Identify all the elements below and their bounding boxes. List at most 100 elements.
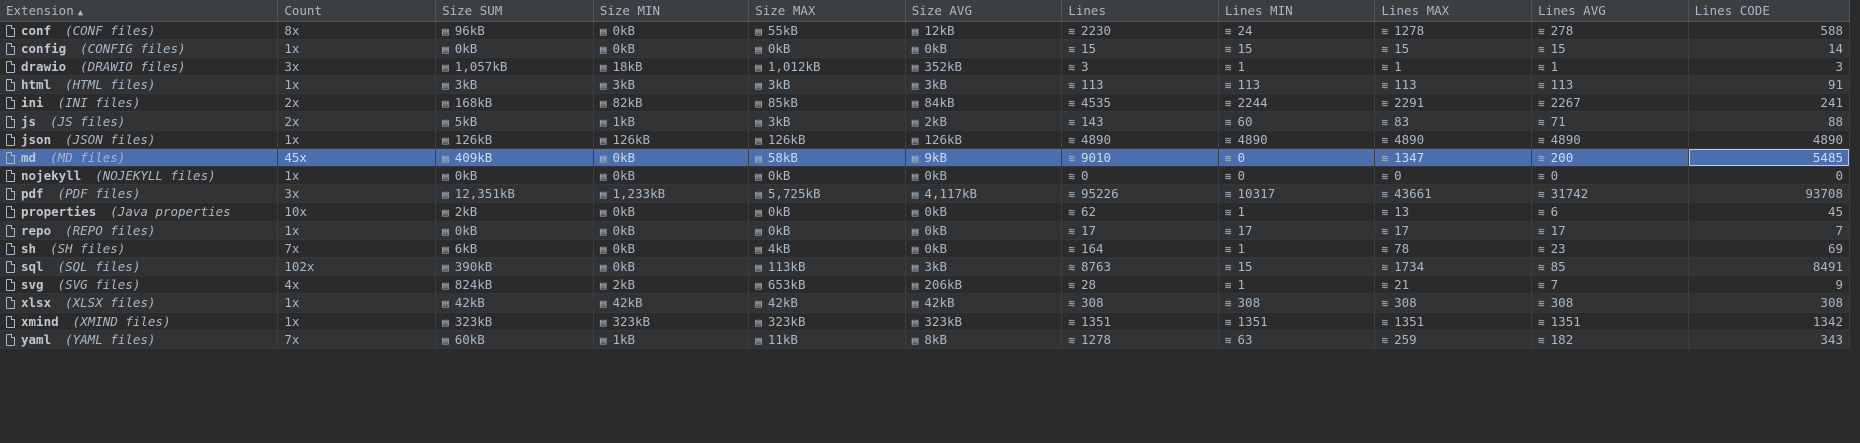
cell-count[interactable]: 1x: [277, 166, 437, 186]
cell-lines-code[interactable]: 14: [1688, 39, 1851, 58]
table-row[interactable]: properties (Java properties 10x ▤ 2kB ▤ 0kB ▤ 0k…: [0, 202, 1851, 222]
cell-count[interactable]: 7x: [277, 330, 437, 349]
cell-lines-min[interactable]: ≋ 10317: [1218, 184, 1376, 204]
cell-lines[interactable]: ≋ 143: [1061, 111, 1219, 131]
cell-extension[interactable]: js (JS files): [0, 111, 279, 131]
cell-lines-code[interactable]: 241: [1688, 93, 1851, 113]
cell-size-min[interactable]: ▤ 1,233kB: [593, 184, 750, 204]
cell-lines[interactable]: ≋ 113: [1061, 75, 1219, 95]
cell-count[interactable]: 1x: [277, 130, 437, 149]
cell-extension[interactable]: html (HTML files): [0, 75, 279, 95]
cell-lines-code[interactable]: 91: [1688, 75, 1851, 95]
cell-lines-avg[interactable]: ≋ 182: [1531, 330, 1689, 349]
cell-lines-code[interactable]: 45: [1688, 202, 1851, 222]
cell-lines-min[interactable]: ≋ 24: [1218, 21, 1376, 40]
cell-size-sum[interactable]: ▤ 2kB: [435, 202, 594, 222]
cell-extension[interactable]: drawio (DRAWIO files): [0, 57, 279, 77]
cell-size-min[interactable]: ▤ 0kB: [593, 21, 750, 40]
cell-lines[interactable]: ≋ 1278: [1061, 330, 1219, 349]
cell-size-sum[interactable]: ▤ 6kB: [435, 239, 594, 258]
cell-size-max[interactable]: ▤ 3kB: [748, 111, 906, 131]
cell-size-min[interactable]: ▤ 0kB: [593, 202, 750, 222]
cell-lines-code[interactable]: 3: [1688, 57, 1851, 77]
cell-lines-avg[interactable]: ≋ 85: [1531, 257, 1689, 277]
cell-size-sum[interactable]: ▤ 0kB: [435, 39, 594, 58]
cell-lines[interactable]: ≋ 308: [1061, 293, 1219, 313]
table-row[interactable]: yaml (YAML files) 7x ▤ 60kB ▤ 1kB ▤ 11kB ▤ 8kB ≋ 127…: [0, 330, 1851, 349]
cell-size-min[interactable]: ▤ 1kB: [593, 330, 750, 349]
table-row[interactable]: sql (SQL files) 102x ▤ 390kB ▤ 0kB ▤ 113kB ▤ 3kB ≋ 8…: [0, 257, 1851, 277]
cell-extension[interactable]: svg (SVG files): [0, 275, 279, 295]
cell-size-max[interactable]: ▤ 323kB: [748, 312, 906, 331]
cell-size-max[interactable]: ▤ 0kB: [748, 39, 906, 58]
cell-lines-max[interactable]: ≋ 1351: [1374, 312, 1533, 331]
cell-lines-min[interactable]: ≋ 63: [1218, 330, 1376, 349]
cell-lines-code[interactable]: 5485: [1688, 148, 1851, 168]
cell-extension[interactable]: xlsx (XLSX files): [0, 293, 279, 313]
cell-size-sum[interactable]: ▤ 824kB: [435, 275, 594, 295]
table-row[interactable]: repo (REPO files) 1x ▤ 0kB ▤ 0kB ▤ 0kB ▤ 0kB ≋ 17 ≋ 17…: [0, 221, 1851, 240]
cell-size-min[interactable]: ▤ 18kB: [593, 57, 750, 77]
cell-lines-avg[interactable]: ≋ 6: [1531, 202, 1689, 222]
cell-extension[interactable]: json (JSON files): [0, 130, 279, 149]
column-header-size-sum[interactable]: Size SUM: [435, 0, 594, 22]
cell-lines-avg[interactable]: ≋ 0: [1531, 166, 1689, 186]
cell-lines-min[interactable]: ≋ 1351: [1218, 312, 1376, 331]
cell-count[interactable]: 10x: [277, 202, 437, 222]
cell-lines-min[interactable]: ≋ 17: [1218, 221, 1376, 240]
table-row[interactable]: md (MD files) 45x ▤ 409kB ▤ 0kB ▤ 58kB ▤ 9kB ≋ 9010 ≋…: [0, 148, 1851, 168]
table-row[interactable]: config (CONFIG files) 1x ▤ 0kB ▤ 0kB ▤ 0kB ▤ 0kB ≋ 1…: [0, 39, 1851, 58]
table-row[interactable]: ini (INI files) 2x ▤ 168kB ▤ 82kB ▤ 85kB ▤ 84kB ≋ 45…: [0, 93, 1851, 113]
cell-size-avg[interactable]: ▤ 352kB: [905, 57, 1063, 77]
cell-lines-min[interactable]: ≋ 4890: [1218, 130, 1376, 149]
cell-count[interactable]: 2x: [277, 111, 437, 131]
cell-lines-code[interactable]: 8491: [1688, 257, 1851, 277]
cell-size-max[interactable]: ▤ 4kB: [748, 239, 906, 258]
cell-size-min[interactable]: ▤ 0kB: [593, 166, 750, 186]
cell-lines-code[interactable]: 343: [1688, 330, 1851, 349]
column-header-size-min[interactable]: Size MIN: [593, 0, 750, 22]
cell-lines-avg[interactable]: ≋ 71: [1531, 111, 1689, 131]
cell-size-max[interactable]: ▤ 653kB: [748, 275, 906, 295]
column-header-size-max[interactable]: Size MAX: [748, 0, 906, 22]
cell-extension[interactable]: ini (INI files): [0, 93, 279, 113]
cell-lines-code[interactable]: 0: [1688, 166, 1851, 186]
cell-size-avg[interactable]: ▤ 3kB: [905, 75, 1063, 95]
cell-size-min[interactable]: ▤ 42kB: [593, 293, 750, 313]
cell-size-avg[interactable]: ▤ 0kB: [905, 166, 1063, 186]
table-row[interactable]: html (HTML files) 1x ▤ 3kB ▤ 3kB ▤ 3kB ▤ 3kB ≋ 113 ≋ 1…: [0, 75, 1851, 95]
cell-lines-avg[interactable]: ≋ 2267: [1531, 93, 1689, 113]
cell-lines-code[interactable]: 308: [1688, 293, 1851, 313]
cell-size-sum[interactable]: ▤ 390kB: [435, 257, 594, 277]
cell-size-sum[interactable]: ▤ 409kB: [435, 148, 594, 168]
column-header-extension[interactable]: Extension ▲: [0, 0, 279, 22]
cell-size-min[interactable]: ▤ 0kB: [593, 221, 750, 240]
cell-lines-min[interactable]: ≋ 1: [1218, 275, 1376, 295]
cell-lines-min[interactable]: ≋ 15: [1218, 257, 1376, 277]
cell-extension[interactable]: sh (SH files): [0, 239, 279, 258]
cell-count[interactable]: 8x: [277, 21, 437, 40]
cell-lines-avg[interactable]: ≋ 31742: [1531, 184, 1689, 204]
cell-count[interactable]: 102x: [277, 257, 437, 277]
cell-lines-min[interactable]: ≋ 60: [1218, 111, 1376, 131]
cell-size-min[interactable]: ▤ 0kB: [593, 239, 750, 258]
cell-lines[interactable]: ≋ 62: [1061, 202, 1219, 222]
cell-extension[interactable]: config (CONFIG files): [0, 39, 279, 58]
cell-size-max[interactable]: ▤ 5,725kB: [748, 184, 906, 204]
cell-lines-min[interactable]: ≋ 1: [1218, 202, 1376, 222]
cell-size-sum[interactable]: ▤ 323kB: [435, 312, 594, 331]
cell-lines[interactable]: ≋ 95226: [1061, 184, 1219, 204]
table-row[interactable]: xlsx (XLSX files) 1x ▤ 42kB ▤ 42kB ▤ 42kB ▤ 42kB ≋ 3…: [0, 293, 1851, 313]
cell-count[interactable]: 1x: [277, 312, 437, 331]
cell-size-sum[interactable]: ▤ 5kB: [435, 111, 594, 131]
cell-lines-avg[interactable]: ≋ 308: [1531, 293, 1689, 313]
cell-size-sum[interactable]: ▤ 60kB: [435, 330, 594, 349]
cell-lines-max[interactable]: ≋ 4890: [1374, 130, 1533, 149]
cell-count[interactable]: 1x: [277, 39, 437, 58]
cell-lines[interactable]: ≋ 4535: [1061, 93, 1219, 113]
table-row[interactable]: nojekyll (NOJEKYLL files) 1x ▤ 0kB ▤ 0kB ▤ 0kB ▤ 0…: [0, 166, 1851, 186]
cell-count[interactable]: 1x: [277, 293, 437, 313]
column-header-lines[interactable]: Lines: [1061, 0, 1219, 22]
cell-size-min[interactable]: ▤ 126kB: [593, 130, 750, 149]
cell-extension[interactable]: md (MD files): [0, 148, 279, 168]
